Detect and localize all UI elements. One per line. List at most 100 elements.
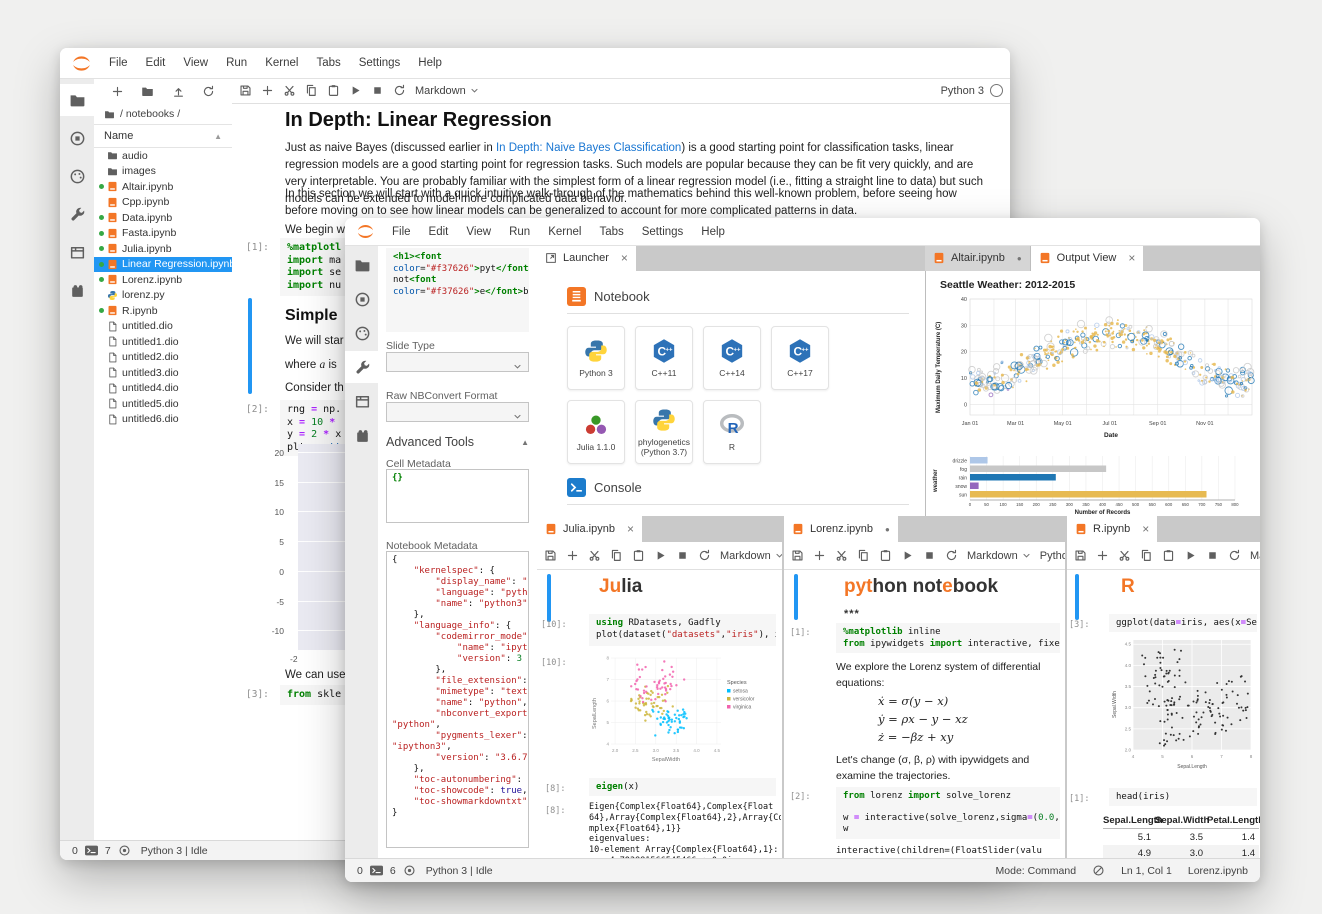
paste-cell-button[interactable] <box>879 549 892 562</box>
launcher-card-python-3[interactable]: Python 3 <box>567 326 625 390</box>
copy-cell-button[interactable] <box>610 549 623 562</box>
kernel-status-text[interactable]: Python 3 | Idle <box>426 865 493 877</box>
launcher-card-c-11[interactable]: C++C++11 <box>635 326 693 390</box>
add-cell-button[interactable] <box>566 549 579 562</box>
tab-launcher[interactable]: Launcher × <box>537 245 636 271</box>
tab-altair[interactable]: Altair.ipynb ● <box>925 245 1031 271</box>
launcher-card-julia-1-1-0[interactable]: Julia 1.1.0 <box>567 400 625 464</box>
file-item-altair-ipynb[interactable]: Altair.ipynb <box>94 179 232 195</box>
sidebar-item-inspector[interactable] <box>60 198 94 230</box>
menu-tabs[interactable]: Tabs <box>307 57 349 69</box>
restart-kernel-button[interactable] <box>393 84 406 97</box>
code-cell[interactable]: ggplot(data=iris, aes(x=Sepal.Len <box>1109 614 1257 632</box>
code-cell[interactable]: %matplotlib inline from ipywidgets impor… <box>836 623 1060 653</box>
stop-button[interactable] <box>1206 549 1219 562</box>
launcher-card-c-14[interactable]: C++C++14 <box>703 326 761 390</box>
launcher-card-r[interactable]: RR <box>703 400 761 464</box>
close-icon[interactable]: × <box>1128 251 1135 265</box>
sidebar-item-inspector[interactable] <box>345 351 378 383</box>
notebook-metadata-editor[interactable]: { "kernelspec": { "display_name": "Pytho… <box>386 551 529 848</box>
cut-cell-button[interactable] <box>283 84 296 97</box>
file-item-untitled5-dio[interactable]: untitled5.dio <box>94 396 232 412</box>
menu-file[interactable]: File <box>100 57 137 69</box>
notification-icon[interactable] <box>1092 864 1105 877</box>
advanced-tools-header[interactable]: Advanced Tools▲ <box>386 435 529 449</box>
paste-cell-button[interactable] <box>632 549 645 562</box>
nbconvert-format-select[interactable] <box>386 402 529 422</box>
add-cell-button[interactable] <box>813 549 826 562</box>
file-item-cpp-ipynb[interactable]: Cpp.ipynb <box>94 195 232 211</box>
add-cell-button[interactable] <box>261 84 274 97</box>
paste-cell-button[interactable] <box>1162 549 1175 562</box>
sidebar-item-files[interactable] <box>345 249 378 281</box>
file-item-lorenz-ipynb[interactable]: Lorenz.ipynb <box>94 272 232 288</box>
tab-lorenz[interactable]: Lorenz.ipynb ● <box>784 516 898 542</box>
file-item-untitled1-dio[interactable]: untitled1.dio <box>94 334 232 350</box>
close-icon[interactable]: × <box>621 251 628 265</box>
sidebar-item-commands[interactable] <box>345 317 378 349</box>
run-button[interactable] <box>1184 549 1197 562</box>
cell-type-dropdown[interactable]: Markdown <box>415 85 479 97</box>
code-cell[interactable]: using RDatasets, Gadfly plot(dataset("da… <box>589 614 776 646</box>
cell-type-dropdown[interactable]: Markdown <box>1250 550 1260 562</box>
file-item-images[interactable]: images <box>94 164 232 180</box>
file-item-untitled3-dio[interactable]: untitled3.dio <box>94 365 232 381</box>
restart-kernel-button[interactable] <box>1228 549 1241 562</box>
tab-r[interactable]: R.ipynb × <box>1067 516 1157 542</box>
menu-settings[interactable]: Settings <box>350 57 410 69</box>
menu-run[interactable]: Run <box>500 226 539 238</box>
running-sessions-status[interactable]: 0 6 <box>357 864 416 877</box>
sidebar-item-tabs[interactable] <box>345 385 378 417</box>
cursor-position[interactable]: Ln 1, Col 1 <box>1121 865 1172 877</box>
code-cell[interactable]: eigen(x) <box>589 778 776 796</box>
breadcrumb[interactable]: / notebooks / <box>94 104 232 124</box>
close-icon[interactable]: × <box>627 522 634 536</box>
save-button[interactable] <box>1074 549 1087 562</box>
file-item-lorenz-py[interactable]: lorenz.py <box>94 288 232 304</box>
kernel-name[interactable]: Python 3 <box>941 85 984 97</box>
stop-button[interactable] <box>371 84 384 97</box>
file-item-linear-regression-ipynb[interactable]: Linear Regression.ipynb <box>94 257 232 273</box>
menu-edit[interactable]: Edit <box>137 57 175 69</box>
sidebar-item-running[interactable] <box>60 122 94 154</box>
refresh-button[interactable] <box>202 85 215 98</box>
file-item-audio[interactable]: audio <box>94 148 232 164</box>
file-item-untitled2-dio[interactable]: untitled2.dio <box>94 350 232 366</box>
restart-kernel-button[interactable] <box>945 549 958 562</box>
naive-bayes-link[interactable]: In Depth: Naive Bayes Classification <box>496 142 681 154</box>
file-item-data-ipynb[interactable]: Data.ipynb <box>94 210 232 226</box>
kernel-status-text[interactable]: Python 3 | Idle <box>141 845 208 857</box>
launcher-card-phylogenetics[interactable]: phylogenetics (Python 3.7) <box>635 400 693 464</box>
mode-indicator[interactable]: Mode: Command <box>996 865 1077 877</box>
markdown-source-cell[interactable]: <h1><font color="#f37626">pyt</font>hon … <box>386 248 529 332</box>
paste-cell-button[interactable] <box>327 84 340 97</box>
file-item-fasta-ipynb[interactable]: Fasta.ipynb <box>94 226 232 242</box>
upload-button[interactable] <box>172 85 185 98</box>
file-item-untitled4-dio[interactable]: untitled4.dio <box>94 381 232 397</box>
stop-button[interactable] <box>676 549 689 562</box>
menu-view[interactable]: View <box>174 57 217 69</box>
stop-button[interactable] <box>923 549 936 562</box>
file-item-r-ipynb[interactable]: R.ipynb <box>94 303 232 319</box>
sidebar-item-commands[interactable] <box>60 160 94 192</box>
cell-metadata-editor[interactable]: {} <box>386 469 529 523</box>
sidebar-item-running[interactable] <box>345 283 378 315</box>
cell-type-dropdown[interactable]: Markdown <box>967 550 1031 562</box>
menu-view[interactable]: View <box>457 226 500 238</box>
menu-file[interactable]: File <box>383 226 420 238</box>
copy-cell-button[interactable] <box>305 84 318 97</box>
save-button[interactable] <box>239 84 252 97</box>
file-item-julia-ipynb[interactable]: Julia.ipynb <box>94 241 232 257</box>
copy-cell-button[interactable] <box>857 549 870 562</box>
run-button[interactable] <box>901 549 914 562</box>
cut-cell-button[interactable] <box>835 549 848 562</box>
close-icon[interactable]: × <box>1142 522 1149 536</box>
save-button[interactable] <box>791 549 804 562</box>
cut-cell-button[interactable] <box>1118 549 1131 562</box>
file-item-untitled-dio[interactable]: untitled.dio <box>94 319 232 335</box>
copy-cell-button[interactable] <box>1140 549 1153 562</box>
sidebar-item-extensions[interactable] <box>60 274 94 306</box>
code-cell[interactable]: head(iris) <box>1109 788 1257 806</box>
menu-help[interactable]: Help <box>409 57 451 69</box>
menu-edit[interactable]: Edit <box>420 226 458 238</box>
